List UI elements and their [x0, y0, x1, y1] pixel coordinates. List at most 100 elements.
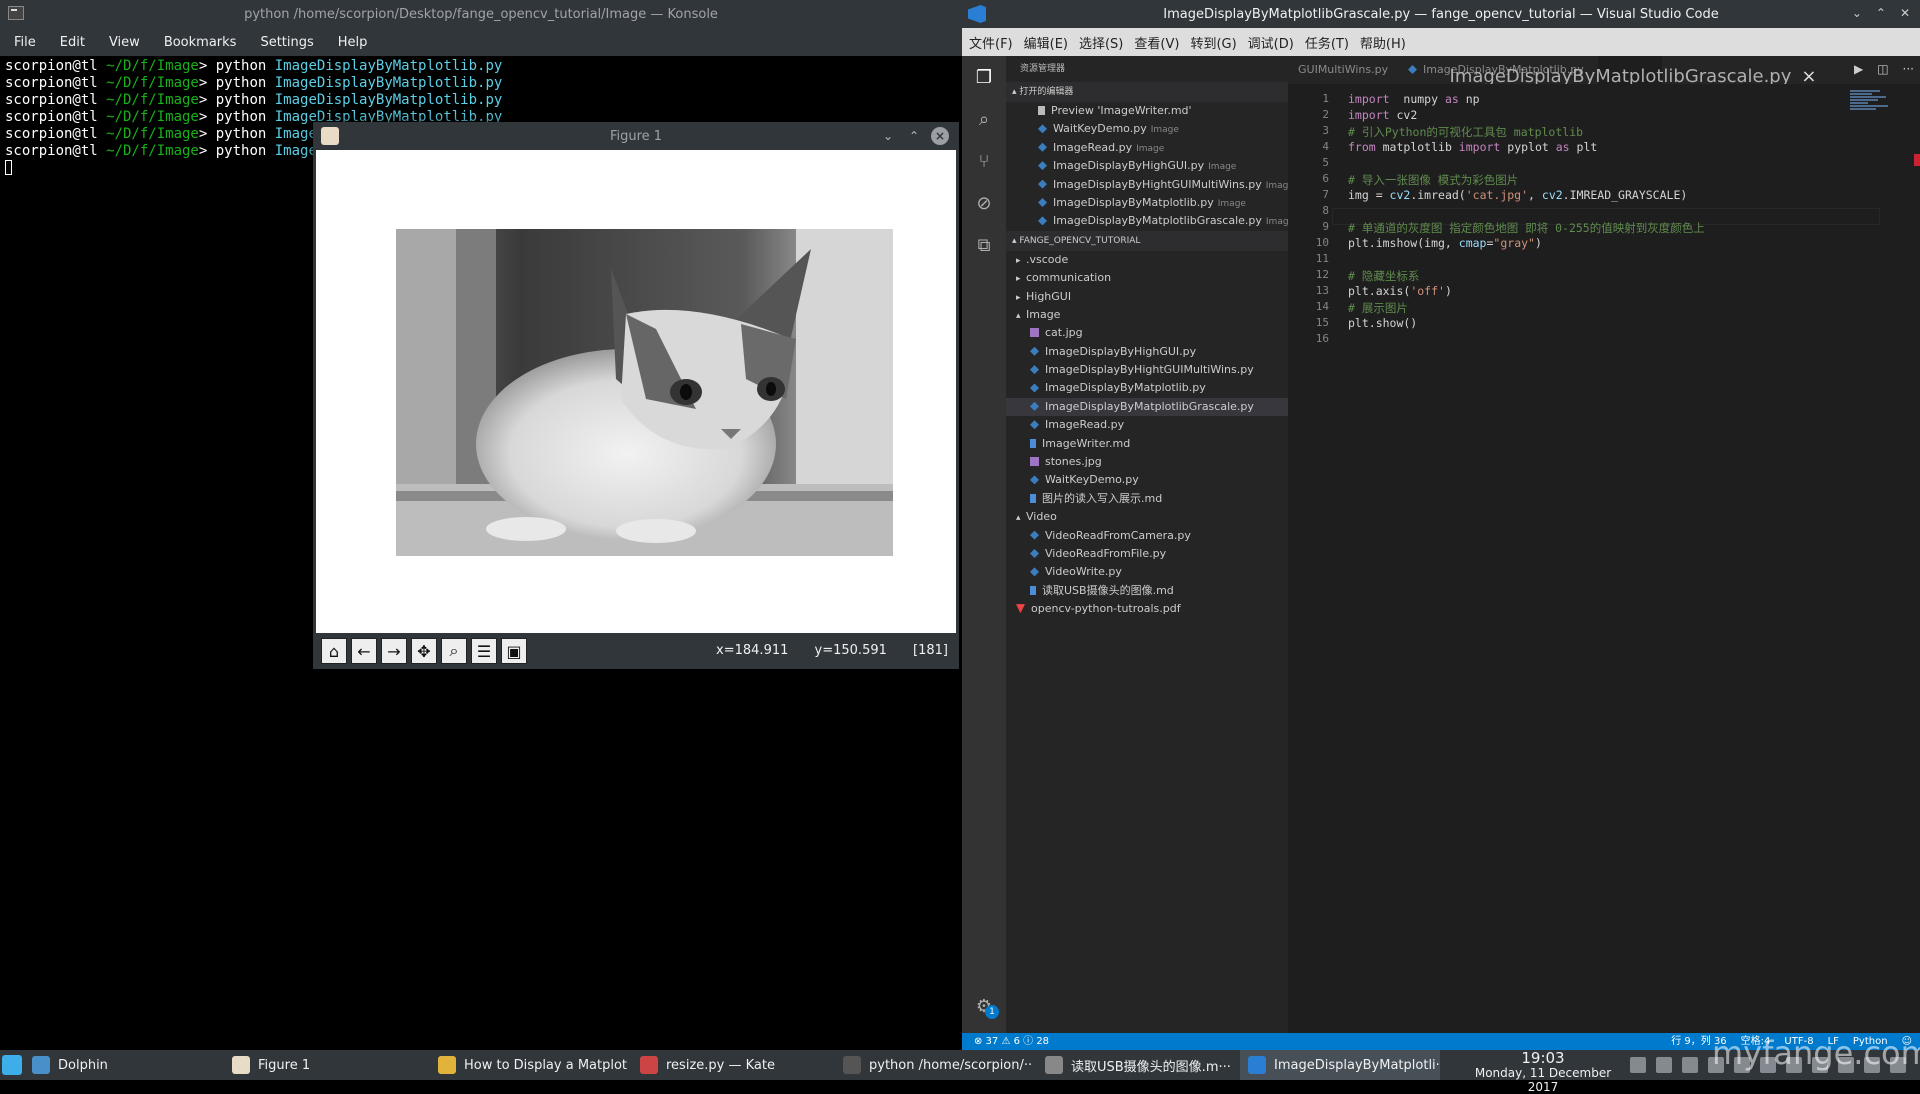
tree-item[interactable]: VideoReadFromCamera.py: [1006, 527, 1288, 545]
tree-item[interactable]: 读取USB摄像头的图像.md: [1006, 582, 1288, 600]
open-editor-item[interactable]: Preview 'ImageWriter.md': [1006, 102, 1288, 120]
open-editor-item[interactable]: ImageDisplayByMatplotlib.py Image: [1006, 194, 1288, 212]
editor-tabs: GUIMultiWins.py ImageDisplayByMatplotlib.…: [1288, 56, 1920, 98]
tree-item[interactable]: 图片的读入写入展示.md: [1006, 490, 1288, 508]
close-icon[interactable]: ✕: [1900, 6, 1910, 20]
minimize-icon[interactable]: ⌄: [1852, 6, 1862, 20]
menu-settings[interactable]: Settings: [260, 35, 313, 50]
app-launcher-icon[interactable]: [2, 1055, 22, 1075]
more-actions-icon[interactable]: ···: [1903, 62, 1914, 76]
debug-icon[interactable]: ⊘: [962, 182, 1006, 224]
taskbar-item[interactable]: Figure 1: [224, 1050, 424, 1080]
chevron-right-icon[interactable]: ▸: [1016, 270, 1026, 287]
configure-subplots-icon[interactable]: ☰: [471, 638, 497, 664]
code-token: .imread(: [1410, 188, 1466, 202]
files-icon[interactable]: ❐: [962, 56, 1006, 98]
taskbar-app-icon: [1248, 1056, 1266, 1074]
open-editors-header[interactable]: ▴ 打开的编辑器: [1006, 82, 1288, 102]
open-editor-item[interactable]: ImageRead.py Image: [1006, 139, 1288, 157]
close-icon[interactable]: ×: [931, 127, 949, 145]
tree-item[interactable]: ▸ .vscode: [1006, 251, 1288, 269]
tree-item[interactable]: ImageDisplayByHighGUI.py: [1006, 343, 1288, 361]
taskbar-item-label: python /home/scorpion/···: [869, 1057, 1033, 1073]
tree-item[interactable]: ImageWriter.md: [1006, 435, 1288, 453]
split-editor-icon[interactable]: ◫: [1877, 62, 1888, 76]
menu-tasks[interactable]: 任务(T): [1305, 33, 1349, 52]
tree-item[interactable]: ▴ Video: [1006, 508, 1288, 526]
home-icon[interactable]: ⌂: [321, 638, 347, 664]
run-icon[interactable]: ▶: [1854, 62, 1863, 76]
terminal-tray-icon[interactable]: [1630, 1057, 1646, 1073]
source-control-icon[interactable]: ⑂: [962, 140, 1006, 182]
chevron-right-icon[interactable]: ▸: [1016, 289, 1026, 306]
save-icon[interactable]: ▣: [501, 638, 527, 664]
terminal-prompt-sign: >: [198, 109, 216, 125]
python-file-icon: [1030, 383, 1039, 393]
chevron-down-icon[interactable]: ▴: [1016, 509, 1026, 526]
menu-file[interactable]: 文件(F): [969, 33, 1013, 52]
maximize-icon[interactable]: ⌃: [1876, 6, 1886, 20]
tree-item[interactable]: ImageDisplayByMatplotlibGrascale.py: [1006, 397, 1288, 417]
tree-item[interactable]: ImageRead.py: [1006, 416, 1288, 434]
menu-help[interactable]: 帮助(H): [1360, 33, 1406, 52]
tree-item[interactable]: ▴ Image: [1006, 306, 1288, 324]
menu-edit[interactable]: 编辑(E): [1024, 33, 1068, 52]
tab-1[interactable]: GUIMultiWins.py: [1288, 56, 1398, 84]
taskbar-item[interactable]: Dolphin: [24, 1050, 220, 1080]
tree-item[interactable]: opencv-python-tutroals.pdf: [1006, 600, 1288, 618]
open-editor-item[interactable]: ImageDisplayByHighGUI.py Image: [1006, 157, 1288, 175]
menu-selection[interactable]: 选择(S): [1079, 33, 1123, 52]
code-token: import: [1458, 140, 1501, 154]
back-icon[interactable]: ←: [351, 638, 377, 664]
tree-item[interactable]: stones.jpg: [1006, 453, 1288, 471]
taskbar-item[interactable]: resize.py — Kate: [632, 1050, 832, 1080]
tree-item[interactable]: VideoReadFromFile.py: [1006, 545, 1288, 563]
project-header[interactable]: ▴ FANGE_OPENCV_TUTORIAL: [1006, 230, 1288, 251]
search-icon[interactable]: ⌕: [962, 98, 1006, 140]
menu-edit[interactable]: Edit: [60, 35, 85, 50]
tree-item[interactable]: cat.jpg: [1006, 324, 1288, 342]
taskbar-item[interactable]: 读取USB摄像头的图像.m···: [1037, 1050, 1236, 1080]
code-editor[interactable]: 1 import numpy as np 2 import cv2 3 # 引入Pytho…: [1288, 84, 1920, 1033]
menu-go[interactable]: 转到(G): [1190, 33, 1236, 52]
menu-bookmarks[interactable]: Bookmarks: [164, 35, 237, 50]
taskbar-item[interactable]: python /home/scorpion/···: [835, 1050, 1033, 1080]
tree-item[interactable]: ▸ HighGUI: [1006, 288, 1288, 306]
problems-status[interactable]: ⊗ 37 ⚠ 6 ⓘ 28: [974, 1033, 1049, 1050]
taskbar-item[interactable]: ImageDisplayByMatplotli···: [1240, 1050, 1440, 1080]
menu-view[interactable]: View: [109, 35, 140, 50]
extensions-icon[interactable]: ⧉: [962, 224, 1006, 266]
open-editor-item[interactable]: WaitKeyDemo.py Image: [1006, 120, 1288, 138]
file-name: ImageDisplayByMatplotlibGrascale.py: [1053, 214, 1262, 228]
open-editor-item[interactable]: ImageDisplayByHightGUIMultiWins.pyImage: [1006, 176, 1288, 194]
network-icon[interactable]: [1682, 1057, 1698, 1073]
menu-view[interactable]: 查看(V): [1134, 33, 1179, 52]
tree-item[interactable]: ImageDisplayByMatplotlib.py: [1006, 379, 1288, 397]
konsole-titlebar[interactable]: python /home/scorpion/Desktop/fange_open…: [0, 0, 962, 28]
figure-canvas[interactable]: [316, 150, 956, 633]
minimize-icon[interactable]: ⌄: [879, 127, 897, 145]
chevron-down-icon[interactable]: ▴: [1016, 307, 1026, 324]
taskbar-item[interactable]: How to Display a Matplot···: [430, 1050, 628, 1080]
tree-item[interactable]: WaitKeyDemo.py: [1006, 471, 1288, 489]
menu-file[interactable]: File: [14, 35, 36, 50]
figure-titlebar[interactable]: Figure 1 ⌄ ⌃ ×: [313, 122, 959, 150]
menu-help[interactable]: Help: [338, 35, 368, 50]
code-line: # 展示图片: [1348, 300, 1408, 316]
minimap[interactable]: [1850, 90, 1890, 120]
chevron-right-icon[interactable]: ▸: [1016, 252, 1026, 269]
tree-item[interactable]: ▸ communication: [1006, 269, 1288, 287]
open-editor-item[interactable]: ImageDisplayByMatplotlibGrascale.pyImage: [1006, 212, 1288, 230]
forward-icon[interactable]: →: [381, 638, 407, 664]
menu-debug[interactable]: 调试(D): [1248, 33, 1294, 52]
tree-item[interactable]: ImageDisplayByHightGUIMultiWins.py: [1006, 361, 1288, 379]
maximize-icon[interactable]: ⌃: [905, 127, 923, 145]
pan-icon[interactable]: ✥: [411, 638, 437, 664]
terminal2-tray-icon[interactable]: [1656, 1057, 1672, 1073]
zoom-icon[interactable]: ⌕: [441, 638, 467, 664]
clock[interactable]: 19:03 Monday, 11 December 2017: [1458, 1050, 1628, 1094]
tree-item[interactable]: VideoWrite.py: [1006, 563, 1288, 581]
settings-gear-icon[interactable]: ⚙ 1: [962, 985, 1006, 1027]
terminal-filename: ImageDisplayByMatplotlib.py: [274, 92, 503, 108]
vscode-titlebar[interactable]: ImageDisplayByMatplotlibGrascale.py — fa…: [962, 0, 1920, 28]
